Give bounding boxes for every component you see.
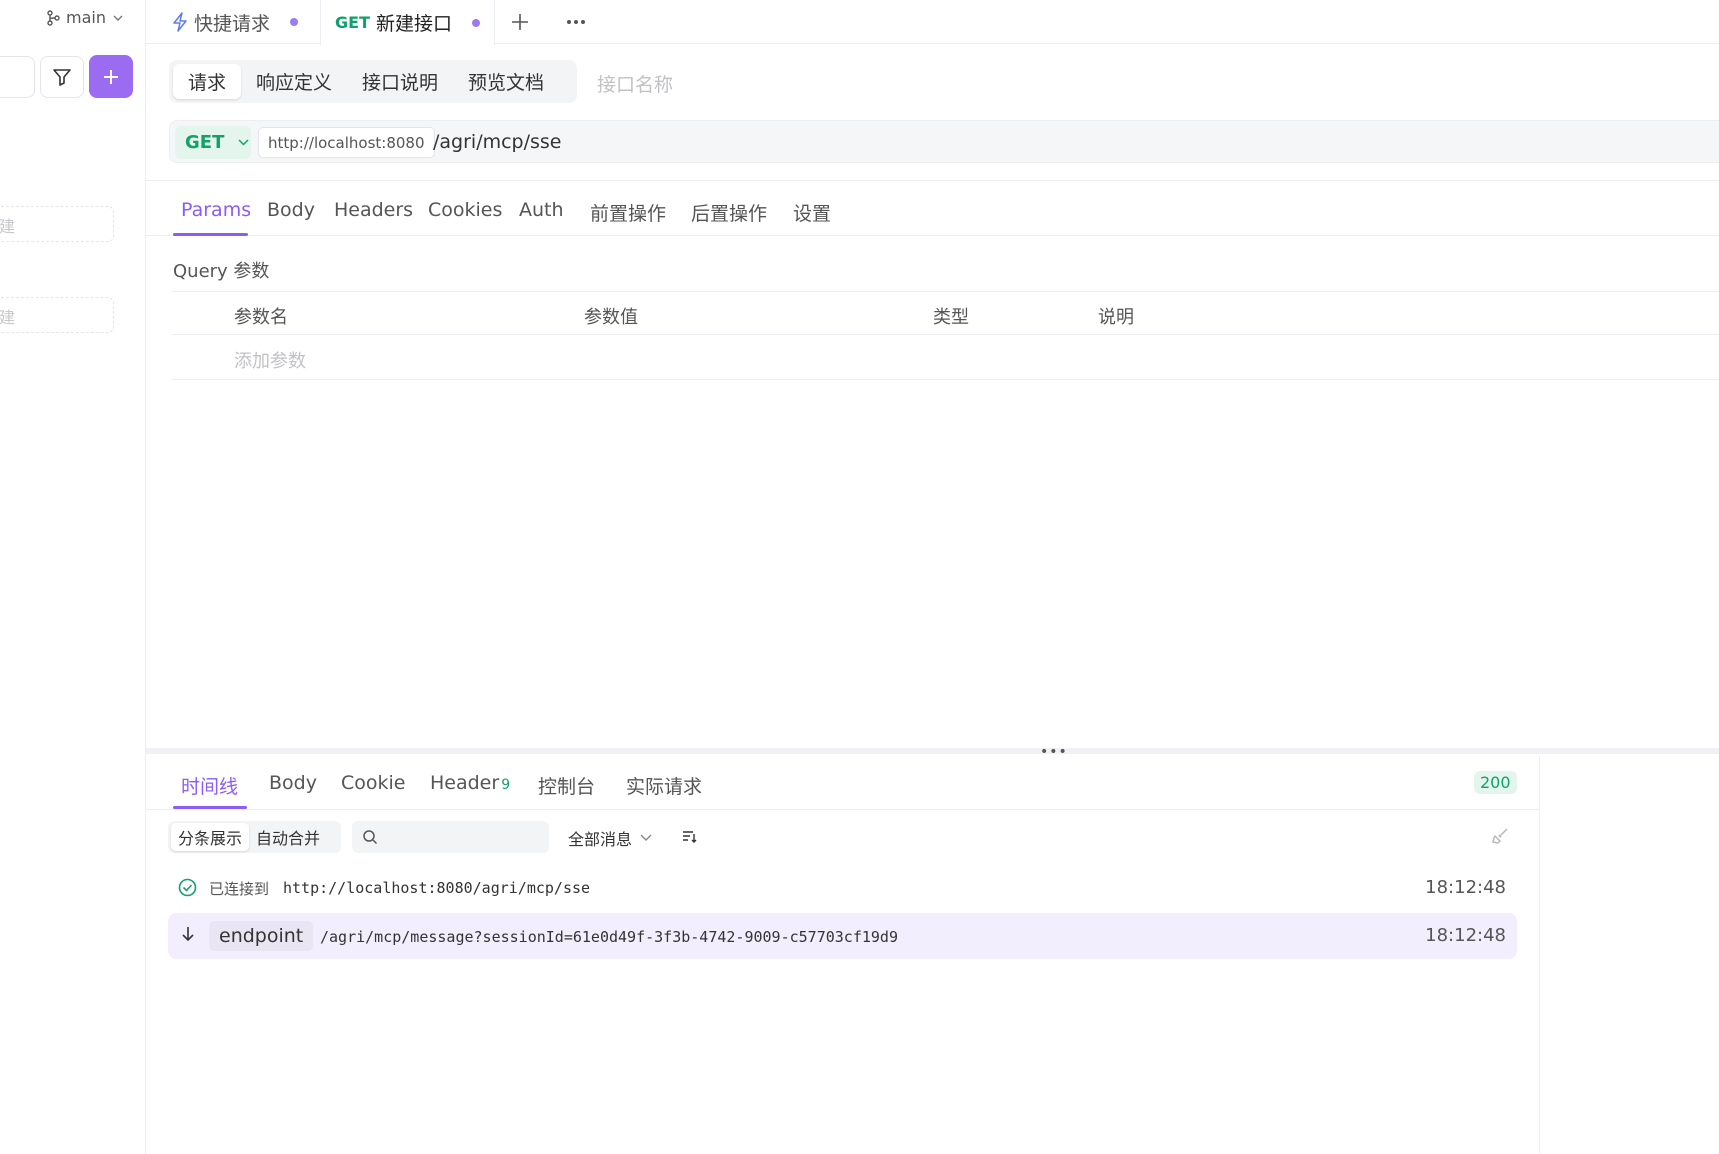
arrow-down-icon [180, 925, 196, 947]
tab-pre-operations[interactable]: 前置操作 [590, 199, 666, 226]
view-mode-toggle: 分条展示 自动合并 [168, 821, 341, 853]
filter-button[interactable] [40, 56, 84, 98]
tab-headers[interactable]: Headers [334, 199, 413, 221]
params-table-header: 参数名 参数值 类型 说明 [172, 291, 1719, 335]
response-tabs: 时间线 Body Cookie Header 9 控制台 实际请求 [146, 756, 1540, 810]
branch-selector[interactable]: main [46, 8, 124, 27]
chevron-down-icon [640, 834, 652, 841]
lightning-icon [173, 12, 187, 32]
branch-icon [47, 9, 60, 26]
sort-icon [683, 831, 697, 843]
param-tabs: Params Body Headers Cookies Auth 前置操作 后置… [146, 180, 1719, 236]
tab-cookies[interactable]: Cookies [428, 199, 502, 221]
divider [1539, 756, 1540, 1154]
panel-splitter[interactable] [146, 748, 1719, 754]
check-circle-icon [178, 878, 197, 901]
sort-button[interactable] [681, 828, 697, 848]
tab-timeline[interactable]: 时间线 [181, 772, 238, 799]
branch-name: main [66, 8, 106, 27]
tab-settings[interactable]: 设置 [793, 199, 831, 226]
list-item[interactable]: 已连接到 http://localhost:8080/agri/mcp/sse … [168, 868, 1517, 908]
url-path-input[interactable]: /agri/mcp/sse [433, 131, 562, 153]
sidebar-item-label: 建 [0, 308, 16, 327]
plus-icon [512, 14, 528, 30]
request-mode-tabs: 请求 响应定义 接口说明 预览文档 [169, 60, 577, 103]
tab-actual-request[interactable]: 实际请求 [626, 772, 702, 799]
log-text: http://localhost:8080/agri/mcp/sse [283, 879, 591, 897]
chevron-down-icon [113, 15, 123, 21]
tab-label: 快捷请求 [194, 12, 271, 35]
api-name-input[interactable]: 接口名称 [597, 70, 673, 97]
more-icon [567, 20, 585, 24]
tab-body[interactable]: Body [267, 199, 315, 221]
active-tab-indicator [173, 233, 248, 236]
plus-icon [104, 69, 118, 84]
log-time: 18:12:48 [1425, 925, 1506, 946]
tab-quick-request[interactable]: 快捷请求 [172, 0, 299, 44]
column-param-name: 参数名 [234, 307, 288, 328]
message-filter-label: 全部消息 [568, 830, 633, 849]
sidebar-item[interactable]: 建 [0, 206, 114, 242]
view-mode-split[interactable]: 分条展示 [171, 823, 250, 851]
add-button[interactable] [89, 55, 133, 98]
clear-log-button[interactable] [1491, 827, 1509, 849]
url-bar: GET http://localhost:8080 /agri/mcp/sse [169, 120, 1719, 163]
new-tab-button[interactable] [511, 0, 529, 44]
message-search-input[interactable] [352, 821, 549, 853]
tab-response-cookie[interactable]: Cookie [341, 772, 406, 794]
tab-label: Header [430, 772, 500, 794]
tab-label: Cookie [341, 772, 406, 794]
view-mode-merge[interactable]: 自动合并 [249, 823, 327, 851]
sidebar-search-input[interactable] [0, 56, 35, 98]
add-param-input[interactable]: 添加参数 [234, 347, 306, 373]
tab-label: 控制台 [538, 776, 596, 798]
broom-icon [1492, 828, 1508, 844]
status-badge: 200 [1474, 771, 1517, 794]
log-time: 18:12:48 [1425, 877, 1506, 898]
tab-auth[interactable]: Auth [519, 199, 564, 221]
event-type-badge: endpoint [209, 921, 314, 951]
sidebar-item-label: 建 [0, 217, 16, 236]
search-icon [363, 830, 378, 845]
tab-preview-doc[interactable]: 预览文档 [453, 64, 559, 99]
list-item[interactable]: endpoint /agri/mcp/message?sessionId=61e… [168, 913, 1517, 959]
tab-label: 时间线 [181, 776, 239, 798]
message-filter-select[interactable]: 全部消息 [568, 826, 652, 850]
tab-bar: 快捷请求 GET 新建接口 [146, 0, 1719, 45]
tab-response-definition[interactable]: 响应定义 [241, 64, 347, 99]
method-label: GET [185, 132, 225, 153]
tab-label: 实际请求 [626, 776, 703, 798]
active-tab-indicator [173, 806, 247, 809]
tab-new-api[interactable]: GET 新建接口 [320, 0, 495, 45]
column-type: 类型 [933, 307, 969, 328]
filter-icon [53, 69, 71, 86]
unsaved-dot [290, 18, 299, 26]
chevron-down-icon [238, 139, 249, 146]
tab-api-description[interactable]: 接口说明 [347, 64, 453, 99]
sidebar-item[interactable]: 建 [0, 297, 114, 333]
tab-label: 新建接口 [375, 13, 452, 35]
tab-request[interactable]: 请求 [173, 64, 242, 99]
method-select[interactable]: GET [175, 126, 251, 159]
header-count-badge: 9 [501, 777, 511, 793]
tab-label: Body [269, 772, 317, 794]
table-row: 添加参数 [172, 336, 1719, 380]
tab-method: GET [335, 13, 370, 32]
log-text: /agri/mcp/message?sessionId=61e0d49f-3f3… [320, 928, 898, 946]
more-tabs-button[interactable] [566, 0, 586, 44]
sidebar: main 建 建 [0, 0, 146, 1154]
tab-response-header[interactable]: Header 9 [430, 772, 510, 794]
tab-params[interactable]: Params [181, 199, 251, 221]
log-label: 已连接到 [209, 880, 270, 898]
tab-console[interactable]: 控制台 [538, 772, 595, 799]
tab-response-body[interactable]: Body [269, 772, 317, 794]
unsaved-dot [472, 18, 480, 27]
base-url-select[interactable]: http://localhost:8080 [258, 127, 435, 158]
tab-post-operations[interactable]: 后置操作 [691, 199, 767, 226]
query-params-title: Query 参数 [173, 261, 270, 282]
column-description: 说明 [1098, 307, 1134, 328]
column-param-value: 参数值 [584, 307, 638, 328]
